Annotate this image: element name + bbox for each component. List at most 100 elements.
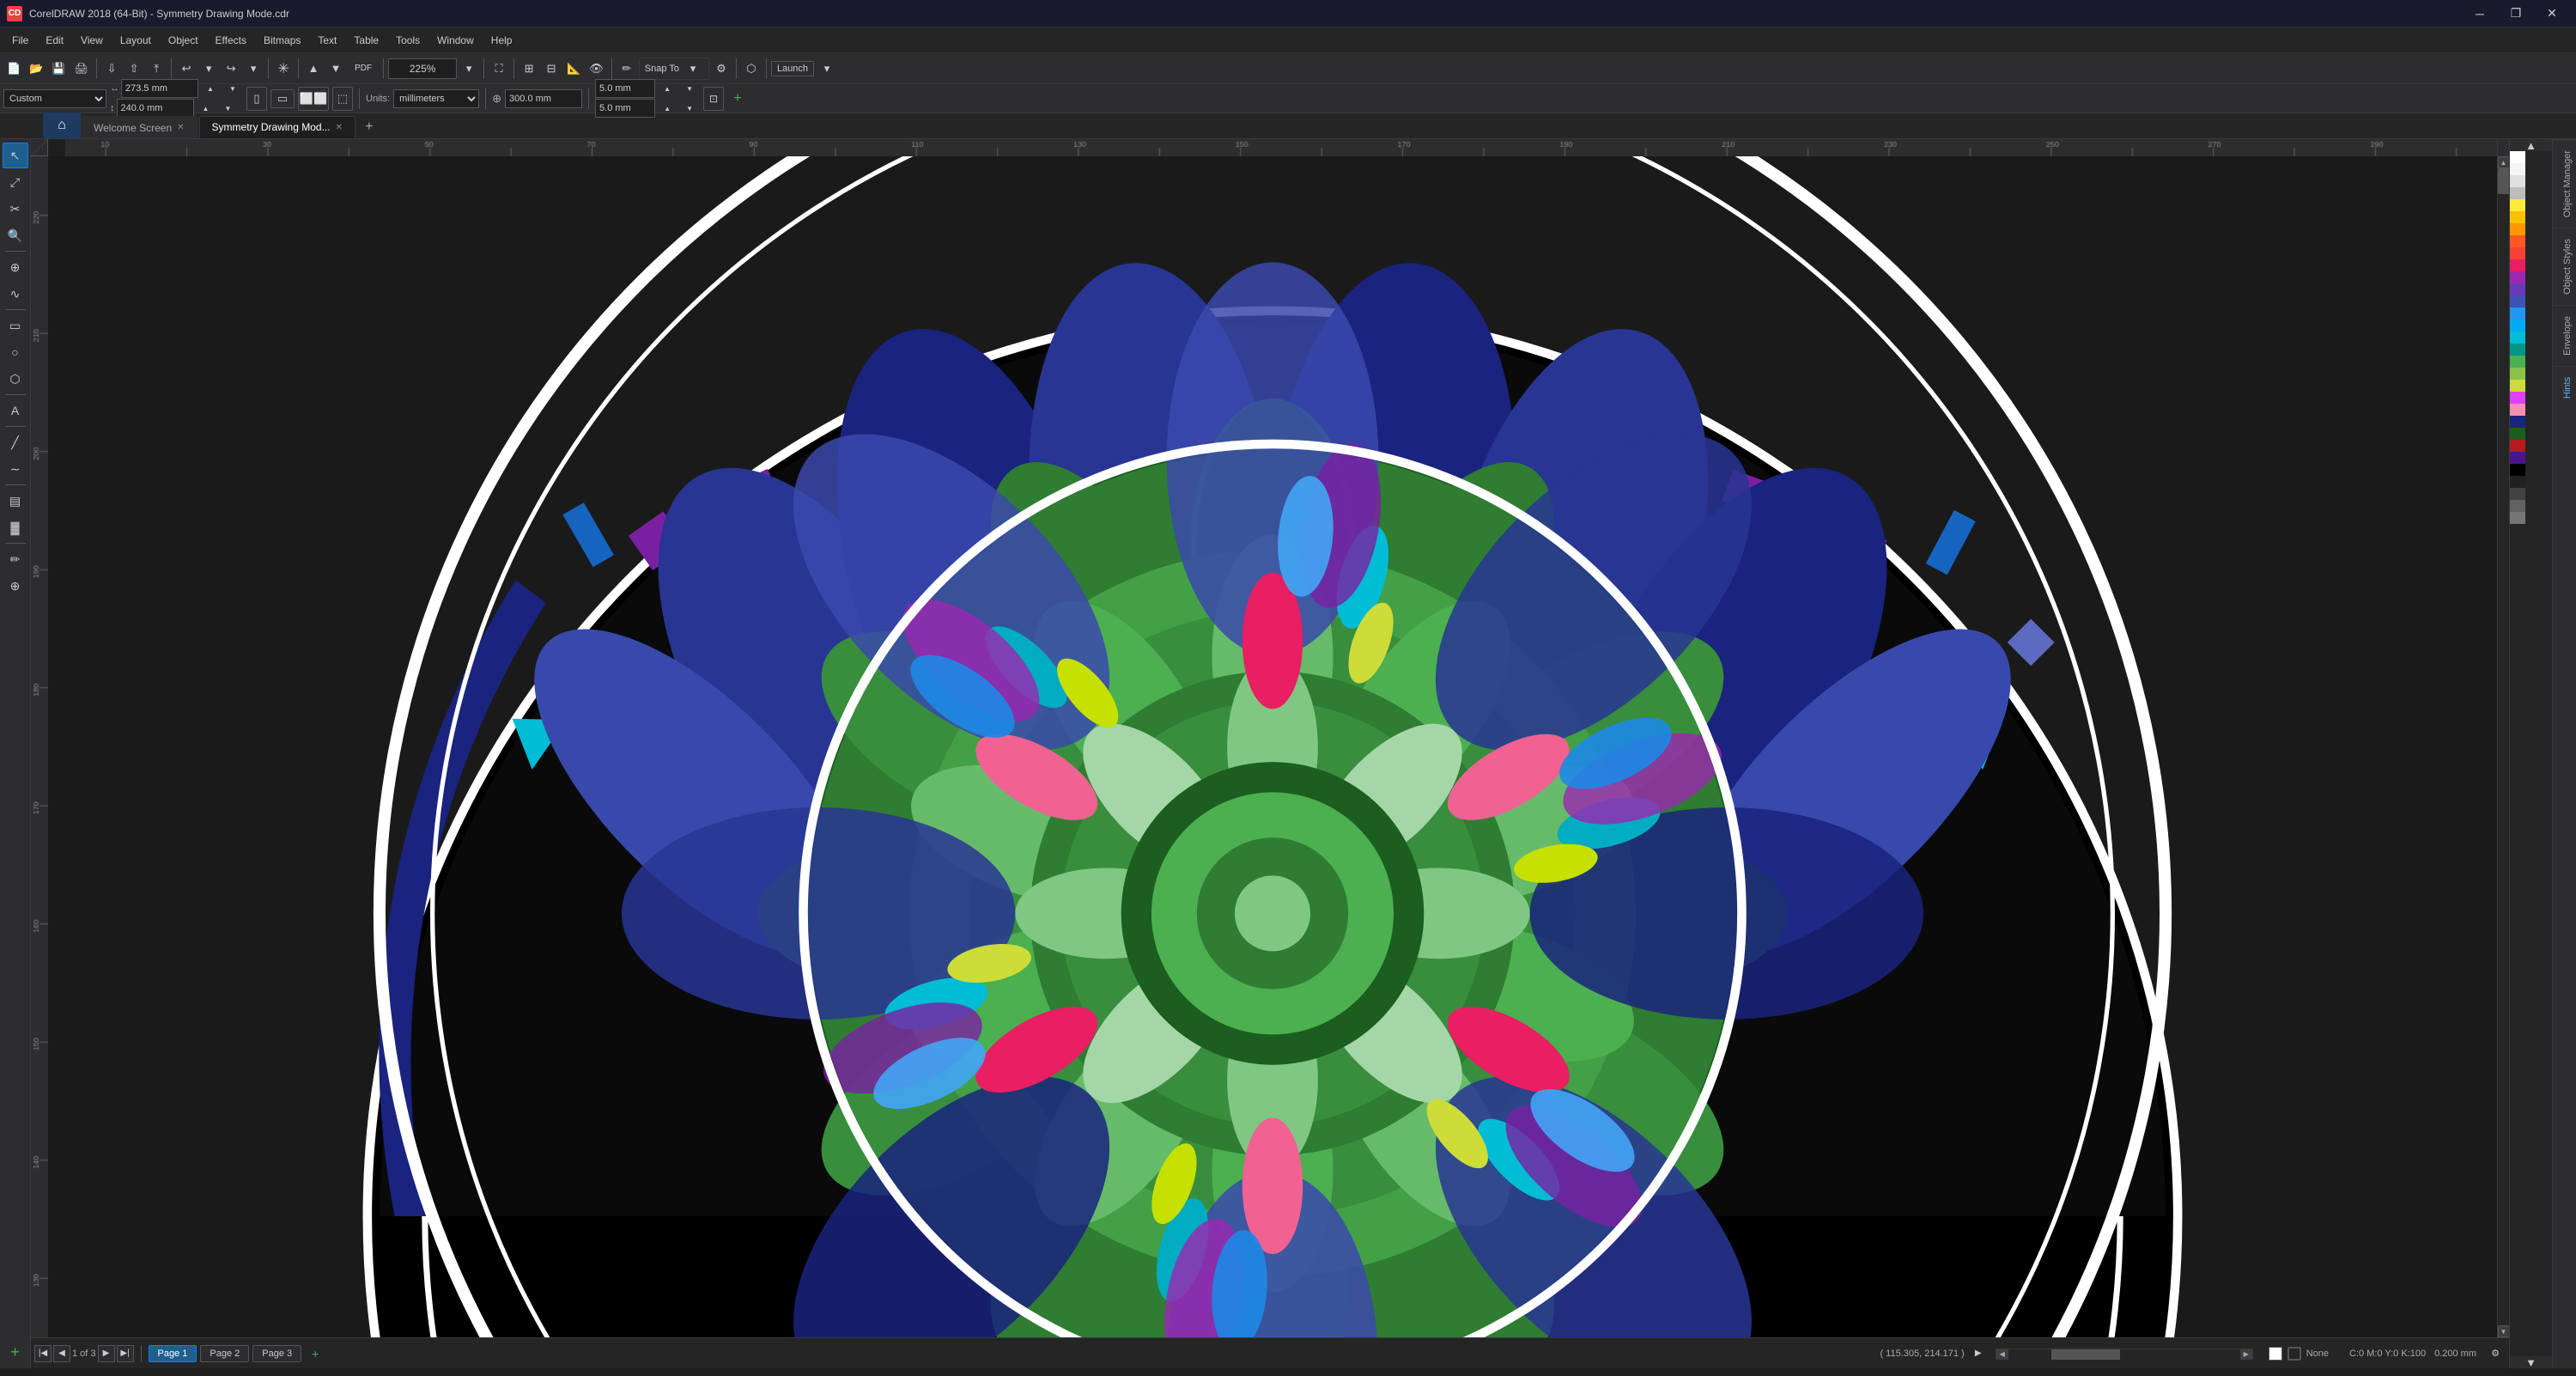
menu-window[interactable]: Window (428, 31, 483, 50)
page-next-button[interactable]: ▶ (98, 1345, 115, 1362)
guidelines-button[interactable]: ⊟ (541, 57, 562, 81)
print-button[interactable]: 🖨 (71, 57, 93, 81)
color-dark-red[interactable] (2510, 440, 2525, 452)
height-input[interactable] (117, 99, 194, 118)
nudge-2-input[interactable] (595, 99, 655, 118)
tool-polygon[interactable]: ⬡ (3, 366, 28, 392)
color-white[interactable] (2510, 151, 2525, 163)
menu-table[interactable]: Table (345, 31, 387, 50)
units-select[interactable]: millimeters (393, 89, 479, 108)
tool-curve[interactable]: ∿ (3, 281, 28, 307)
zoom-input[interactable] (388, 58, 457, 79)
color-light-blue[interactable] (2510, 320, 2525, 332)
tool-table[interactable]: ▤ (3, 488, 28, 514)
menu-effects[interactable]: Effects (207, 31, 255, 50)
right-panel-scroll-down[interactable]: ▼ (2518, 1349, 2545, 1376)
tab-welcome-close[interactable]: ✕ (177, 123, 184, 132)
view-mode-button[interactable]: 👁 (586, 57, 607, 81)
page-border-button[interactable]: ⬚ (332, 87, 353, 111)
landscape-button[interactable]: ▭ (270, 89, 295, 108)
export-button[interactable]: ⇧ (124, 57, 144, 81)
tab-hints[interactable]: Hints (2553, 366, 2576, 409)
symmetry-button[interactable]: ✳ (273, 57, 294, 81)
vscroll-track[interactable] (2498, 168, 2510, 1325)
color-lgray[interactable] (2510, 163, 2525, 175)
width-input[interactable] (121, 79, 198, 98)
tab-home-icon[interactable]: ⌂ (43, 113, 81, 138)
color-pink[interactable] (2510, 259, 2525, 271)
page-down-button[interactable]: ▼ (325, 57, 346, 81)
tool-freehand[interactable]: ⊕ (3, 254, 28, 280)
hscroll-left[interactable]: ◀ (1996, 1349, 2008, 1360)
redo-button[interactable]: ↪ (221, 57, 241, 81)
tool-line[interactable]: ╱ (3, 429, 28, 455)
page-last-button[interactable]: ▶| (117, 1345, 134, 1362)
color-teal[interactable] (2510, 344, 2525, 356)
vscroll-down[interactable]: ▼ (2498, 1325, 2510, 1337)
color-red[interactable] (2510, 247, 2525, 259)
tab-symmetry-close[interactable]: ✕ (336, 123, 343, 132)
add-object-button[interactable]: + (3, 1339, 28, 1365)
color-light-green[interactable] (2510, 368, 2525, 380)
color-indigo[interactable] (2510, 295, 2525, 307)
color-dark-gray1[interactable] (2510, 488, 2525, 500)
color-orange[interactable] (2510, 223, 2525, 235)
publish-button[interactable]: ⤒ (146, 57, 167, 81)
color-deep-orange[interactable] (2510, 235, 2525, 247)
tab-welcome-screen[interactable]: Welcome Screen ✕ (81, 116, 197, 138)
page-size-select[interactable]: Custom (3, 89, 106, 108)
snap-dropdown[interactable]: ▾ (683, 60, 703, 77)
grid-button[interactable]: ⊞ (519, 57, 539, 81)
pdf-button[interactable]: PDF (348, 57, 379, 81)
tool-text[interactable]: A (3, 398, 28, 423)
add-page-bottom-button[interactable]: + (305, 1342, 325, 1366)
page-first-button[interactable]: |◀ (34, 1345, 52, 1362)
menu-view[interactable]: View (72, 31, 112, 50)
save-button[interactable]: 💾 (48, 57, 69, 81)
portrait-button[interactable]: ▯ (246, 87, 267, 111)
nudge1-down[interactable]: ▼ (679, 84, 700, 93)
nudge2-up[interactable]: ▲ (657, 104, 677, 113)
menu-bitmaps[interactable]: Bitmaps (255, 31, 309, 50)
page-up-button[interactable]: ▲ (303, 57, 324, 81)
page-tab-2[interactable]: Page 2 (200, 1345, 249, 1362)
vscroll-up[interactable]: ▲ (2498, 156, 2510, 168)
tab-symmetry-drawing[interactable]: Symmetry Drawing Mod... ✕ (199, 116, 355, 138)
menu-file[interactable]: File (3, 31, 37, 50)
close-button[interactable]: ✕ (2535, 0, 2569, 27)
width-down[interactable]: ▼ (222, 84, 243, 93)
hscroll-track[interactable] (2008, 1349, 2240, 1360)
color-amber[interactable] (2510, 211, 2525, 223)
tab-object-styles[interactable]: Object Styles (2553, 228, 2576, 305)
color-dark-blue[interactable] (2510, 416, 2525, 428)
color-magenta[interactable] (2510, 392, 2525, 404)
hscroll-thumb[interactable] (2051, 1349, 2120, 1360)
color-blue[interactable] (2510, 307, 2525, 320)
tool-crop[interactable]: ✂ (3, 196, 28, 222)
page-prev-button[interactable]: ◀ (53, 1345, 70, 1362)
nudge2-down[interactable]: ▼ (679, 104, 700, 113)
settings-button[interactable]: ⚙ (711, 57, 732, 81)
maximize-button[interactable]: ❐ (2499, 0, 2533, 27)
color-cyan[interactable] (2510, 332, 2525, 344)
color-gray2[interactable] (2510, 187, 2525, 199)
menu-object[interactable]: Object (160, 31, 207, 50)
height-down[interactable]: ▼ (218, 104, 239, 113)
color-dark-purple[interactable] (2510, 452, 2525, 464)
color-rose[interactable] (2510, 404, 2525, 416)
vscroll-thumb[interactable] (2498, 168, 2510, 194)
coord-expand[interactable]: ▶ (1968, 1342, 1989, 1366)
menu-edit[interactable]: Edit (37, 31, 72, 50)
ruler-button[interactable]: 📐 (563, 57, 584, 81)
menu-text[interactable]: Text (309, 31, 345, 50)
tool-connector[interactable]: ∼ (3, 456, 28, 482)
menu-tools[interactable]: Tools (387, 31, 428, 50)
full-screen-button[interactable]: ⛶ (489, 57, 509, 81)
color-dark-green[interactable] (2510, 428, 2525, 440)
color-purple[interactable] (2510, 271, 2525, 283)
redo-dropdown[interactable]: ▾ (243, 57, 264, 81)
color-yellow[interactable] (2510, 199, 2525, 211)
menu-help[interactable]: Help (483, 31, 521, 50)
color-dark-gray2[interactable] (2510, 500, 2525, 512)
color-lime[interactable] (2510, 380, 2525, 392)
